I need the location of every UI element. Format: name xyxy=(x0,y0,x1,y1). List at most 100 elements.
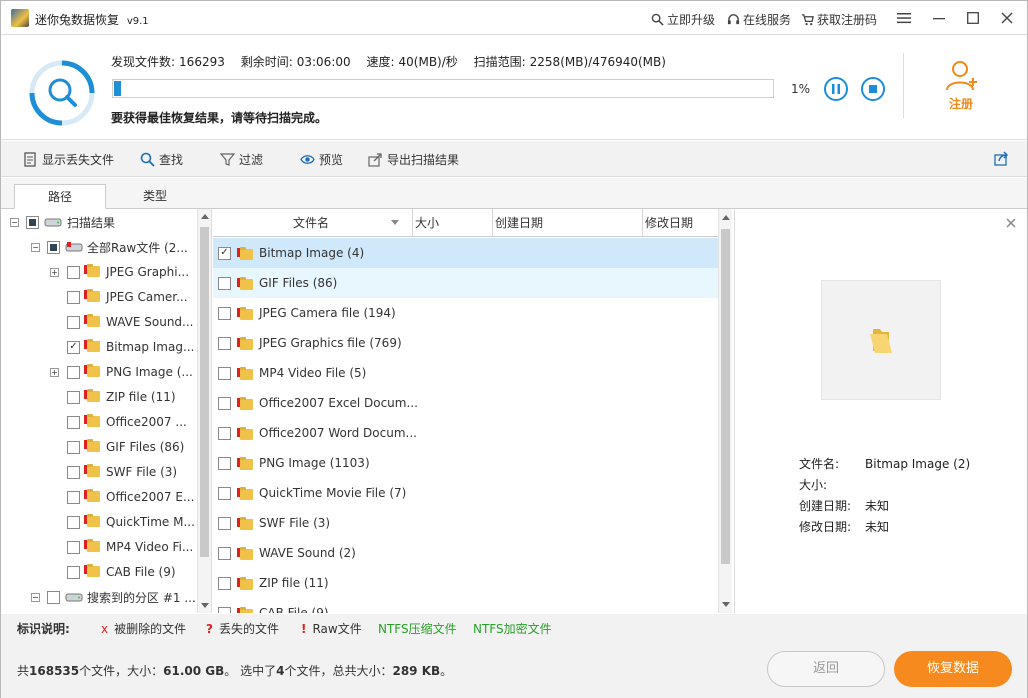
scroll-up-arrow[interactable] xyxy=(201,214,209,219)
online-service-link[interactable]: 在线服务 xyxy=(727,11,791,28)
filter-button[interactable]: 过滤 xyxy=(220,151,263,168)
pause-button[interactable] xyxy=(824,77,848,101)
file-row[interactable]: GIF Files (86) xyxy=(213,268,718,298)
column-size[interactable]: 大小 xyxy=(413,209,493,237)
tree-item[interactable]: Office2007 E... xyxy=(50,487,194,507)
file-row-checkbox[interactable] xyxy=(218,606,231,613)
collapse-icon[interactable]: − xyxy=(10,217,19,227)
collapse-icon[interactable]: − xyxy=(31,242,40,252)
file-row-checkbox[interactable] xyxy=(218,366,231,380)
scroll-up-arrow[interactable] xyxy=(722,215,730,220)
close-button[interactable] xyxy=(997,9,1017,27)
file-row[interactable]: Office2007 Excel Docum... xyxy=(213,388,718,418)
modified-label: 修改日期: xyxy=(799,520,852,534)
tree-scroll-thumb[interactable] xyxy=(200,227,209,557)
tree-partition-checkbox[interactable] xyxy=(47,590,60,604)
tree-item[interactable]: JPEG Camer... xyxy=(50,287,188,307)
file-row-checkbox[interactable] xyxy=(218,546,231,560)
expand-icon[interactable]: + xyxy=(50,367,59,377)
tree-item-checkbox[interactable] xyxy=(67,440,80,454)
tree-item[interactable]: SWF File (3) xyxy=(50,462,177,482)
show-lost-label: 显示丢失文件 xyxy=(42,153,115,167)
expand-icon[interactable]: + xyxy=(50,267,59,277)
file-list-scrollbar[interactable] xyxy=(718,209,732,613)
file-scroll-thumb[interactable] xyxy=(721,229,730,564)
get-code-link[interactable]: 获取注册码 xyxy=(801,11,877,28)
tree-item-checkbox[interactable] xyxy=(67,290,80,304)
close-preview-icon[interactable] xyxy=(1006,218,1016,228)
file-row[interactable]: PNG Image (1103) xyxy=(213,448,718,478)
tree-item[interactable]: GIF Files (86) xyxy=(50,437,184,457)
tree-root-checkbox[interactable] xyxy=(26,215,39,229)
file-row-checkbox[interactable] xyxy=(218,456,231,470)
file-row[interactable]: SWF File (3) xyxy=(213,508,718,538)
tree-item-checkbox[interactable] xyxy=(67,515,80,529)
file-row-checkbox[interactable] xyxy=(218,306,231,320)
tree-item-checkbox[interactable] xyxy=(67,490,80,504)
tree-item[interactable]: + PNG Image (... xyxy=(50,362,193,382)
file-row-checkbox[interactable] xyxy=(218,576,231,590)
tree-item-checkbox[interactable] xyxy=(67,390,80,404)
tab-path[interactable]: 路径 xyxy=(14,184,106,209)
column-name[interactable]: 文件名 xyxy=(213,209,413,237)
raw-folder-icon xyxy=(84,264,101,277)
file-row[interactable]: QuickTime Movie File (7) xyxy=(213,478,718,508)
tree-item[interactable]: ZIP file (11) xyxy=(50,387,176,407)
find-button[interactable]: 查找 xyxy=(140,151,183,168)
tree-item[interactable]: Office2007 ... xyxy=(50,412,187,432)
stop-button[interactable] xyxy=(861,77,885,101)
scroll-down-arrow[interactable] xyxy=(201,603,209,608)
file-row[interactable]: JPEG Graphics file (769) xyxy=(213,328,718,358)
tree-item-checkbox[interactable] xyxy=(67,565,80,579)
tree-item[interactable]: + JPEG Graphi... xyxy=(50,262,189,282)
tree-item-checkbox[interactable] xyxy=(67,265,80,279)
minimize-button[interactable] xyxy=(929,9,949,27)
tree-item[interactable]: ✓ Bitmap Imag... xyxy=(50,337,194,357)
file-row[interactable]: ZIP file (11) xyxy=(213,568,718,598)
file-row-checkbox[interactable] xyxy=(218,396,231,410)
register-button[interactable]: 注册 xyxy=(939,58,983,112)
file-row[interactable]: JPEG Camera file (194) xyxy=(213,298,718,328)
tree-item[interactable]: MP4 Video Fi... xyxy=(50,537,193,557)
tree-item[interactable]: CAB File (9) xyxy=(50,562,176,582)
preview-button[interactable]: 预览 xyxy=(300,151,343,168)
tree-item-checkbox[interactable] xyxy=(67,315,80,329)
tree-scrollbar[interactable] xyxy=(197,209,211,613)
file-row-checkbox[interactable] xyxy=(218,276,231,290)
file-row[interactable]: ✓ Bitmap Image (4) xyxy=(213,238,718,268)
column-modified[interactable]: 修改日期 xyxy=(643,209,718,237)
export-results-button[interactable]: 导出扫描结果 xyxy=(368,151,459,168)
file-row[interactable]: WAVE Sound (2) xyxy=(213,538,718,568)
expand-icon[interactable]: − xyxy=(31,592,40,602)
tree-root[interactable]: − 扫描结果 xyxy=(10,212,115,232)
tab-type[interactable]: 类型 xyxy=(109,184,201,209)
show-lost-files-button[interactable]: 显示丢失文件 xyxy=(23,151,114,168)
tree-partition[interactable]: − 搜索到的分区 #1 ... xyxy=(31,587,196,607)
tree-item[interactable]: QuickTime M... xyxy=(50,512,195,532)
upgrade-link[interactable]: 立即升级 xyxy=(651,11,715,28)
file-row-checkbox[interactable]: ✓ xyxy=(218,246,231,260)
tree-item-checkbox[interactable] xyxy=(67,465,80,479)
tree-item-checkbox[interactable] xyxy=(67,365,80,379)
menu-button[interactable] xyxy=(894,9,914,27)
share-button[interactable] xyxy=(994,151,1009,166)
tree-item-checkbox[interactable]: ✓ xyxy=(67,340,80,354)
tree-raw-files[interactable]: − 全部Raw文件 (2... xyxy=(31,237,188,257)
column-created[interactable]: 创建日期 xyxy=(493,209,643,237)
tree-item-checkbox[interactable] xyxy=(67,540,80,554)
tree-raw-checkbox[interactable] xyxy=(47,240,60,254)
file-row-checkbox[interactable] xyxy=(218,426,231,440)
back-button[interactable]: 返回 xyxy=(767,651,885,687)
file-row[interactable]: Office2007 Word Docum... xyxy=(213,418,718,448)
file-row-checkbox[interactable] xyxy=(218,516,231,530)
file-row-name: QuickTime Movie File (7) xyxy=(259,486,407,500)
recover-button[interactable]: 恢复数据 xyxy=(894,651,1012,687)
file-row-checkbox[interactable] xyxy=(218,336,231,350)
file-row[interactable]: CAB File (9) xyxy=(213,598,718,613)
scroll-down-arrow[interactable] xyxy=(722,602,730,607)
tree-item[interactable]: WAVE Sound... xyxy=(50,312,194,332)
file-row[interactable]: MP4 Video File (5) xyxy=(213,358,718,388)
tree-item-checkbox[interactable] xyxy=(67,415,80,429)
file-row-checkbox[interactable] xyxy=(218,486,231,500)
maximize-button[interactable] xyxy=(963,9,983,27)
